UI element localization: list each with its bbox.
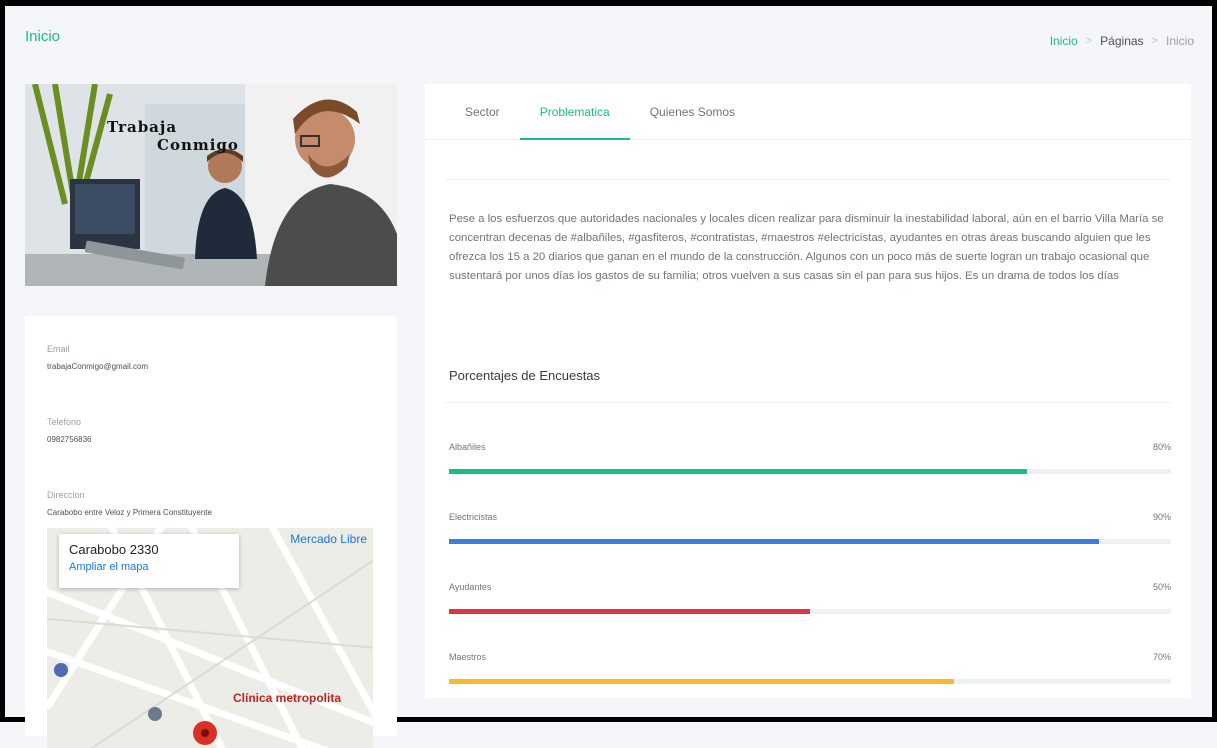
divider [445, 402, 1171, 403]
survey-row-maestros: Maestros 70% [449, 644, 1171, 714]
survey-title: Porcentajes de Encuestas [449, 368, 601, 383]
survey-percent: 80% [1152, 442, 1171, 452]
address-block: Direccion Carabobo entre Veloz y Primera… [47, 490, 375, 517]
breadcrumb-pages[interactable]: Páginas [1100, 34, 1143, 48]
progress-track [449, 679, 1171, 684]
tab-sector[interactable]: Sector [445, 84, 520, 139]
survey-percent: 50% [1152, 582, 1171, 592]
progress-track [449, 539, 1171, 544]
tab-quienes-somos[interactable]: Quienes Somos [630, 84, 755, 139]
survey-percent: 90% [1152, 512, 1171, 522]
survey-label: Maestros [449, 652, 487, 662]
progress-fill [449, 679, 955, 684]
progress-fill [449, 609, 810, 614]
survey-bars: Albañiles 80% Electricistas 90% Ayudante… [449, 434, 1171, 714]
office-photo-illustration [25, 84, 397, 286]
tab-bar: Sector Problematica Quienes Somos [425, 84, 1191, 140]
breadcrumb: Inicio > Páginas > Inicio [1050, 34, 1194, 48]
survey-label: Ayudantes [449, 582, 492, 592]
breadcrumb-separator-icon: > [1151, 35, 1158, 47]
email-block: Email trabajaConmigo@gmail.com [47, 344, 375, 371]
progress-track [449, 609, 1171, 614]
survey-label: Electricistas [449, 512, 498, 522]
page-header: Inicio Inicio > Páginas > Inicio [5, 6, 1212, 76]
tab-problematica[interactable]: Problematica [519, 84, 630, 140]
progress-fill [449, 539, 1099, 544]
progress-fill [449, 469, 1027, 474]
hero-title-line1: Trabaja [107, 118, 178, 136]
phone-value: 0982756836 [47, 435, 92, 444]
contact-card: Email trabajaConmigo@gmail.com Telefono … [25, 316, 397, 748]
map-label-market: Mercado Libre [290, 532, 367, 546]
progress-track [449, 469, 1171, 474]
survey-percent: 70% [1152, 652, 1171, 662]
hero-image: Trabaja Conmigo [25, 84, 397, 286]
map-embed[interactable]: Carabobo 2330 Ampliar el mapa Mercado Li… [47, 528, 373, 748]
breadcrumb-current: Inicio [1165, 34, 1194, 48]
survey-row-electricistas: Electricistas 90% [449, 504, 1171, 574]
page-title: Inicio [25, 28, 61, 45]
phone-block: Telefono 0982756836 [47, 417, 375, 444]
address-value: Carabobo entre Veloz y Primera Constituy… [47, 508, 212, 517]
hero-title-line2: Conmigo [157, 136, 239, 154]
address-label: Direccion [47, 490, 85, 500]
map-label-clinic: Clínica metropolita [233, 691, 342, 705]
phone-label: Telefono [47, 417, 82, 427]
breadcrumb-home[interactable]: Inicio [1050, 34, 1078, 48]
map-popup: Carabobo 2330 Ampliar el mapa [59, 534, 239, 588]
problem-description: Pese a los esfuerzos que autoridades nac… [449, 213, 1164, 282]
enlarge-map-link[interactable]: Ampliar el mapa [69, 561, 229, 573]
email-value: trabajaConmigo@gmail.com [47, 362, 149, 371]
divider [445, 179, 1171, 180]
survey-row-albaniles: Albañiles 80% [449, 434, 1171, 504]
survey-label: Albañiles [449, 442, 486, 452]
email-label: Email [47, 344, 70, 354]
map-place-name: Carabobo 2330 [69, 542, 159, 557]
breadcrumb-separator-icon: > [1085, 35, 1093, 47]
survey-row-ayudantes: Ayudantes 50% [449, 574, 1171, 644]
main-card: Sector Problematica Quienes Somos Pese a… [425, 84, 1191, 698]
